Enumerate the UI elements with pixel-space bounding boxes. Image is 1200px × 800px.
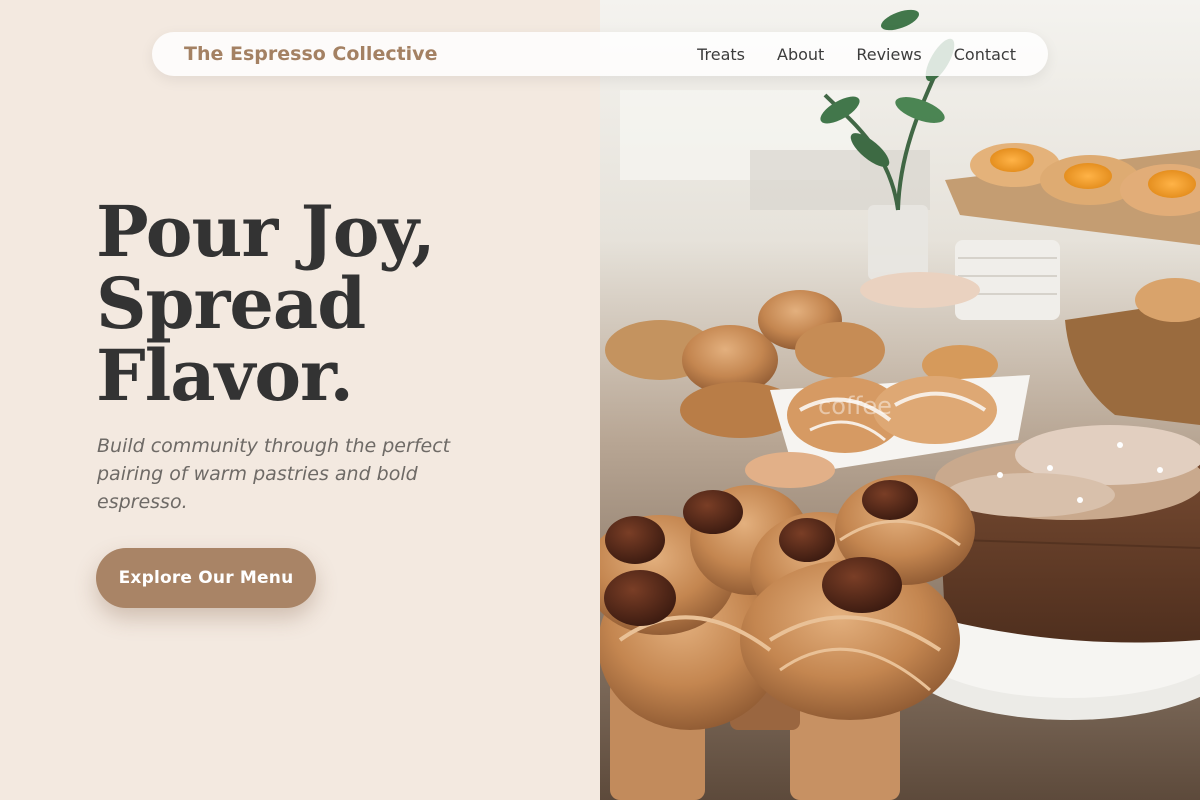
headline-line-2: Spread: [96, 262, 366, 345]
hero-tagline: Build community through the perfect pair…: [97, 435, 451, 513]
nav-link-treats[interactable]: Treats: [697, 45, 745, 64]
nav-link-reviews[interactable]: Reviews: [856, 45, 921, 64]
hero-headline: Pour Joy, Spread Flavor.: [96, 196, 576, 412]
pastry-display-photo: coffee: [600, 0, 1200, 800]
brand-logo-text[interactable]: The Espresso Collective: [184, 43, 437, 65]
explore-menu-button[interactable]: Explore Our Menu: [96, 548, 316, 608]
headline-line-1: Pour Joy,: [96, 190, 436, 273]
nav-link-about[interactable]: About: [777, 45, 824, 64]
nav-link-contact[interactable]: Contact: [954, 45, 1016, 64]
nav-links: Treats About Reviews Contact: [697, 32, 1016, 76]
pastry-photo-illustration: coffee: [600, 0, 1200, 800]
photo-watermark: coffee: [818, 392, 892, 420]
landing-page: Pour Joy, Spread Flavor. Build community…: [0, 0, 1200, 800]
hero-section: Pour Joy, Spread Flavor. Build community…: [0, 0, 600, 800]
top-navigation: The Espresso Collective Treats About Rev…: [152, 32, 1048, 76]
headline-line-3: Flavor.: [96, 334, 354, 417]
